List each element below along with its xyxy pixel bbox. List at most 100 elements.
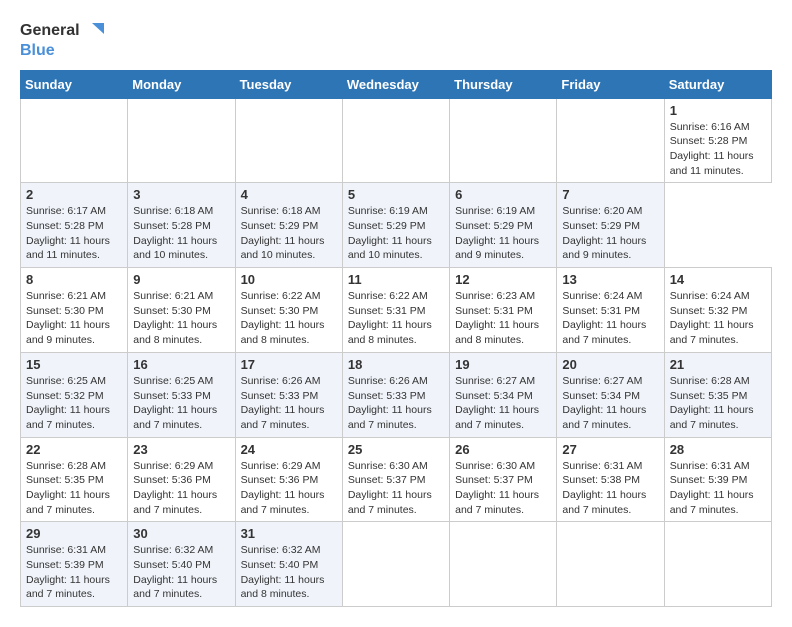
day-number: 31 bbox=[241, 526, 337, 541]
calendar-week-row: 29Sunrise: 6:31 AMSunset: 5:39 PMDayligh… bbox=[21, 522, 772, 607]
day-number: 1 bbox=[670, 103, 766, 118]
day-info: Sunrise: 6:29 AMSunset: 5:36 PMDaylight:… bbox=[133, 459, 229, 518]
day-info: Sunrise: 6:26 AMSunset: 5:33 PMDaylight:… bbox=[348, 374, 444, 433]
calendar-cell bbox=[557, 98, 664, 183]
day-number: 20 bbox=[562, 357, 658, 372]
calendar-cell bbox=[21, 98, 128, 183]
day-info: Sunrise: 6:17 AMSunset: 5:28 PMDaylight:… bbox=[26, 204, 122, 263]
day-info: Sunrise: 6:23 AMSunset: 5:31 PMDaylight:… bbox=[455, 289, 551, 348]
calendar-week-row: 1 Sunrise: 6:16 AMSunset: 5:28 PMDaylight… bbox=[21, 98, 772, 183]
calendar-cell: 1 Sunrise: 6:16 AMSunset: 5:28 PMDaylight… bbox=[664, 98, 771, 183]
day-info: Sunrise: 6:25 AMSunset: 5:33 PMDaylight:… bbox=[133, 374, 229, 433]
calendar-cell: 7Sunrise: 6:20 AMSunset: 5:29 PMDaylight… bbox=[557, 183, 664, 268]
calendar-header-row: SundayMondayTuesdayWednesdayThursdayFrid… bbox=[21, 70, 772, 98]
calendar-header-saturday: Saturday bbox=[664, 70, 771, 98]
logo-bird-icon bbox=[82, 20, 104, 42]
calendar-cell: 13 Sunrise: 6:24 AMSunset: 5:31 PMDayligh… bbox=[557, 268, 664, 353]
calendar-cell: 29Sunrise: 6:31 AMSunset: 5:39 PMDayligh… bbox=[21, 522, 128, 607]
calendar-cell bbox=[557, 522, 664, 607]
calendar-cell bbox=[664, 522, 771, 607]
day-number: 10 bbox=[241, 272, 337, 287]
calendar-cell: 11Sunrise: 6:22 AMSunset: 5:31 PMDayligh… bbox=[342, 268, 449, 353]
calendar-cell: 31 Sunrise: 6:32 AMSunset: 5:40 PMDayligh… bbox=[235, 522, 342, 607]
day-number: 27 bbox=[562, 442, 658, 457]
calendar-header-tuesday: Tuesday bbox=[235, 70, 342, 98]
day-info: Sunrise: 6:24 AMSunset: 5:32 PMDaylight:… bbox=[670, 289, 766, 348]
calendar-cell: 22 Sunrise: 6:28 AMSunset: 5:35 PMDayligh… bbox=[21, 437, 128, 522]
calendar-header-thursday: Thursday bbox=[450, 70, 557, 98]
calendar-cell: 9Sunrise: 6:21 AMSunset: 5:30 PMDaylight… bbox=[128, 268, 235, 353]
day-number: 18 bbox=[348, 357, 444, 372]
day-info: Sunrise: 6:29 AMSunset: 5:36 PMDaylight:… bbox=[241, 459, 337, 518]
day-number: 29 bbox=[26, 526, 122, 541]
calendar-cell: 3Sunrise: 6:18 AMSunset: 5:28 PMDaylight… bbox=[128, 183, 235, 268]
calendar-week-row: 8Sunrise: 6:21 AMSunset: 5:30 PMDaylight… bbox=[21, 268, 772, 353]
day-number: 26 bbox=[455, 442, 551, 457]
day-number: 9 bbox=[133, 272, 229, 287]
day-info: Sunrise: 6:32 AMSunset: 5:40 PMDaylight:… bbox=[241, 543, 337, 602]
calendar-table: SundayMondayTuesdayWednesdayThursdayFrid… bbox=[20, 70, 772, 608]
calendar-cell: 15Sunrise: 6:25 AMSunset: 5:32 PMDayligh… bbox=[21, 352, 128, 437]
calendar-header-wednesday: Wednesday bbox=[342, 70, 449, 98]
calendar-week-row: 15Sunrise: 6:25 AMSunset: 5:32 PMDayligh… bbox=[21, 352, 772, 437]
day-info: Sunrise: 6:22 AMSunset: 5:30 PMDaylight:… bbox=[241, 289, 337, 348]
calendar-cell: 12 Sunrise: 6:23 AMSunset: 5:31 PMDayligh… bbox=[450, 268, 557, 353]
calendar-cell: 6Sunrise: 6:19 AMSunset: 5:29 PMDaylight… bbox=[450, 183, 557, 268]
day-info: Sunrise: 6:19 AMSunset: 5:29 PMDaylight:… bbox=[455, 204, 551, 263]
day-info: Sunrise: 6:16 AMSunset: 5:28 PMDaylight:… bbox=[670, 120, 766, 179]
calendar-header-friday: Friday bbox=[557, 70, 664, 98]
calendar-cell: 30Sunrise: 6:32 AMSunset: 5:40 PMDayligh… bbox=[128, 522, 235, 607]
day-number: 25 bbox=[348, 442, 444, 457]
day-info: Sunrise: 6:24 AMSunset: 5:31 PMDaylight:… bbox=[562, 289, 658, 348]
calendar-cell: 25 Sunrise: 6:30 AMSunset: 5:37 PMDayligh… bbox=[342, 437, 449, 522]
day-number: 13 bbox=[562, 272, 658, 287]
calendar-cell: 23 Sunrise: 6:29 AMSunset: 5:36 PMDayligh… bbox=[128, 437, 235, 522]
logo: General Blue bbox=[20, 20, 104, 60]
day-number: 16 bbox=[133, 357, 229, 372]
day-number: 30 bbox=[133, 526, 229, 541]
logo-general-text: General bbox=[20, 22, 80, 40]
day-number: 12 bbox=[455, 272, 551, 287]
day-number: 22 bbox=[26, 442, 122, 457]
logo-blue-text: Blue bbox=[20, 42, 55, 59]
day-info: Sunrise: 6:28 AMSunset: 5:35 PMDaylight:… bbox=[670, 374, 766, 433]
calendar-cell: 21 Sunrise: 6:28 AMSunset: 5:35 PMDayligh… bbox=[664, 352, 771, 437]
calendar-week-row: 2Sunrise: 6:17 AMSunset: 5:28 PMDaylight… bbox=[21, 183, 772, 268]
calendar-cell: 8Sunrise: 6:21 AMSunset: 5:30 PMDaylight… bbox=[21, 268, 128, 353]
day-number: 24 bbox=[241, 442, 337, 457]
calendar-cell: 4Sunrise: 6:18 AMSunset: 5:29 PMDaylight… bbox=[235, 183, 342, 268]
day-info: Sunrise: 6:18 AMSunset: 5:29 PMDaylight:… bbox=[241, 204, 337, 263]
day-info: Sunrise: 6:26 AMSunset: 5:33 PMDaylight:… bbox=[241, 374, 337, 433]
day-number: 5 bbox=[348, 187, 444, 202]
calendar-cell: 14 Sunrise: 6:24 AMSunset: 5:32 PMDayligh… bbox=[664, 268, 771, 353]
day-info: Sunrise: 6:19 AMSunset: 5:29 PMDaylight:… bbox=[348, 204, 444, 263]
calendar-cell bbox=[342, 98, 449, 183]
day-number: 3 bbox=[133, 187, 229, 202]
calendar-cell: 24 Sunrise: 6:29 AMSunset: 5:36 PMDayligh… bbox=[235, 437, 342, 522]
calendar-cell: 5 Sunrise: 6:19 AMSunset: 5:29 PMDaylight… bbox=[342, 183, 449, 268]
calendar-cell bbox=[450, 98, 557, 183]
day-number: 23 bbox=[133, 442, 229, 457]
day-info: Sunrise: 6:31 AMSunset: 5:38 PMDaylight:… bbox=[562, 459, 658, 518]
day-number: 14 bbox=[670, 272, 766, 287]
calendar-cell: 10 Sunrise: 6:22 AMSunset: 5:30 PMDayligh… bbox=[235, 268, 342, 353]
calendar-cell bbox=[128, 98, 235, 183]
calendar-cell: 17Sunrise: 6:26 AMSunset: 5:33 PMDayligh… bbox=[235, 352, 342, 437]
day-number: 19 bbox=[455, 357, 551, 372]
day-number: 28 bbox=[670, 442, 766, 457]
day-info: Sunrise: 6:27 AMSunset: 5:34 PMDaylight:… bbox=[455, 374, 551, 433]
day-number: 7 bbox=[562, 187, 658, 202]
calendar-cell: 20 Sunrise: 6:27 AMSunset: 5:34 PMDayligh… bbox=[557, 352, 664, 437]
calendar-header-sunday: Sunday bbox=[21, 70, 128, 98]
day-info: Sunrise: 6:30 AMSunset: 5:37 PMDaylight:… bbox=[348, 459, 444, 518]
calendar-cell: 26 Sunrise: 6:30 AMSunset: 5:37 PMDayligh… bbox=[450, 437, 557, 522]
calendar-cell bbox=[342, 522, 449, 607]
day-number: 21 bbox=[670, 357, 766, 372]
day-info: Sunrise: 6:28 AMSunset: 5:35 PMDaylight:… bbox=[26, 459, 122, 518]
day-info: Sunrise: 6:30 AMSunset: 5:37 PMDaylight:… bbox=[455, 459, 551, 518]
calendar-cell: 27 Sunrise: 6:31 AMSunset: 5:38 PMDayligh… bbox=[557, 437, 664, 522]
header: General Blue bbox=[20, 20, 772, 60]
day-info: Sunrise: 6:27 AMSunset: 5:34 PMDaylight:… bbox=[562, 374, 658, 433]
calendar-cell: 18 Sunrise: 6:26 AMSunset: 5:33 PMDayligh… bbox=[342, 352, 449, 437]
calendar-header-monday: Monday bbox=[128, 70, 235, 98]
